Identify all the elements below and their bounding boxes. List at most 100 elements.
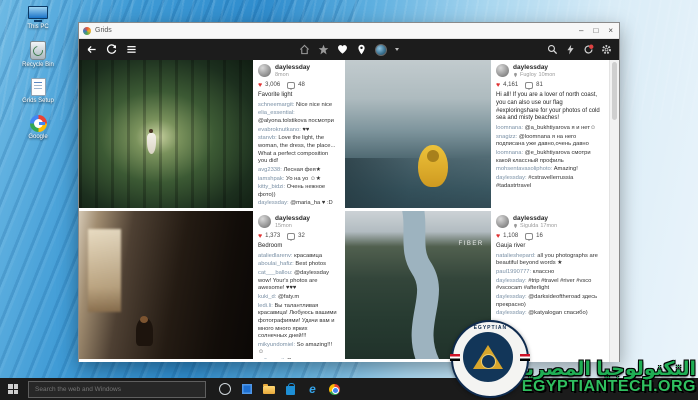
post-time: 17mon [540, 223, 557, 230]
task-view-icon [219, 383, 231, 395]
desktop-icon-column: This PC Recycle Bin Grids Setup Google [14, 6, 62, 140]
watermark-arabic-text: التكنولوجيا المصرية [515, 360, 696, 379]
maximize-button[interactable]: □ [593, 27, 598, 35]
comment: paul1990777: классно [496, 269, 602, 277]
store-icon [286, 386, 295, 395]
likes-heart-icon[interactable]: ♥ [496, 233, 500, 240]
chrome-icon [329, 384, 340, 395]
comment-username[interactable]: kitty_bidzi: [258, 184, 287, 190]
comment-username[interactable]: daylessday: [496, 310, 528, 316]
settings-gear-icon[interactable] [601, 44, 612, 55]
sync-alert-icon[interactable] [583, 44, 594, 55]
comment-username[interactable]: stanvb: [258, 135, 278, 141]
desktop-icon-google[interactable]: Google [14, 115, 62, 141]
comment-username[interactable]: daylessday: [258, 200, 290, 206]
comment-username[interactable]: avg2338: [258, 167, 283, 173]
comment-username[interactable]: elia_essential: [258, 110, 295, 116]
heart-icon[interactable] [337, 44, 348, 55]
post-location[interactable]: Sigulda [520, 223, 538, 230]
post-username[interactable]: daylessday [513, 64, 555, 72]
scrollbar[interactable] [609, 60, 619, 362]
comment: evabroknutkano: ♥♥ [258, 127, 337, 135]
file-explorer-button[interactable] [262, 383, 275, 396]
comment-username[interactable]: kuki_d: [258, 294, 278, 300]
post-username[interactable]: daylessday [275, 64, 310, 72]
post-photo-forest[interactable] [79, 60, 253, 208]
location-pin-icon [513, 223, 518, 229]
comment: daylessday: @maria_ha ♥ :D [258, 200, 337, 208]
comment-username[interactable]: daylessday: [496, 175, 528, 181]
comment-username[interactable]: daylessday: [496, 278, 528, 284]
post-photo-dark-room[interactable] [79, 211, 253, 359]
search-icon[interactable] [547, 44, 558, 55]
likes-heart-icon[interactable]: ♥ [258, 82, 262, 89]
comment: mikyundomiel: So amazing!!!☺ [258, 342, 337, 357]
title-bar[interactable]: Grids – □ × [79, 23, 619, 39]
bolt-icon[interactable] [565, 44, 576, 55]
minimize-button[interactable]: – [579, 27, 583, 35]
comments-count: 81 [536, 82, 543, 88]
this-pc-icon [28, 6, 48, 22]
avatar[interactable] [258, 215, 271, 228]
comment-username[interactable]: paul1990777: [496, 269, 533, 275]
likes-count: 1,108 [503, 233, 518, 239]
comments-bubble-icon [287, 82, 295, 89]
comment-username[interactable]: evabroknutkano: [258, 127, 302, 133]
pyramid-icon [473, 345, 503, 369]
menu-icon[interactable] [126, 44, 137, 55]
desktop-icon-setup-file[interactable]: Grids Setup [14, 78, 62, 105]
photos-app-button[interactable] [240, 383, 253, 396]
comment-username[interactable]: sofiasmail: [258, 358, 287, 359]
search-input[interactable] [33, 385, 201, 394]
post-location[interactable]: Fugloy [520, 72, 537, 79]
comment-username[interactable]: daylessday: [496, 294, 528, 300]
likes-heart-icon[interactable]: ♥ [258, 233, 262, 240]
location-pin-icon[interactable] [356, 44, 367, 55]
chrome-button[interactable] [328, 383, 341, 396]
desktop-icon-this-pc[interactable]: This PC [14, 6, 62, 31]
scrollbar-thumb[interactable] [612, 62, 617, 120]
comment-username[interactable]: loomnana: [496, 125, 525, 131]
taskbar-search[interactable] [28, 381, 206, 398]
post-photo-yellow-raincoat[interactable] [345, 60, 491, 208]
person-in-yellow-raincoat [418, 145, 448, 187]
refresh-icon[interactable] [106, 44, 117, 55]
back-icon[interactable] [86, 44, 97, 55]
star-icon[interactable] [318, 44, 329, 55]
avatar[interactable] [496, 215, 509, 228]
task-view-button[interactable] [218, 383, 231, 396]
comment-username[interactable]: snagizz: [496, 134, 519, 140]
window-title: Grids [95, 27, 579, 34]
comment-username[interactable]: cat___ballou: [258, 270, 294, 276]
edge-button[interactable]: e [306, 383, 319, 396]
close-button[interactable]: × [608, 27, 613, 35]
post-username[interactable]: daylessday [275, 215, 310, 223]
comment-username[interactable]: schneemargit: [258, 102, 296, 108]
comment-username[interactable]: loomnana: [496, 150, 525, 156]
store-button[interactable] [284, 383, 297, 396]
post-username[interactable]: daylessday [513, 215, 557, 223]
desktop-icon-recycle-bin[interactable]: Recycle Bin [14, 41, 62, 69]
comment-username[interactable]: ataliedlarenv: [258, 253, 294, 259]
post-caption: Gauja river [496, 243, 602, 251]
start-button[interactable] [0, 378, 26, 400]
comment-username[interactable]: mikyundomiel: [258, 342, 297, 348]
profile-avatar[interactable] [375, 44, 387, 56]
likes-count: 1,373 [265, 233, 280, 239]
comment: natalieshepard: all you photographs are … [496, 253, 602, 268]
comment-username[interactable]: mohsentavasoliphoto: [496, 166, 554, 172]
home-icon[interactable] [299, 44, 310, 55]
grids-app-window: Grids – □ × [78, 22, 620, 362]
comment-username[interactable]: ledi.li: [258, 303, 274, 309]
chevron-down-icon[interactable] [395, 48, 399, 51]
post-time: 8mon [275, 72, 289, 79]
likes-heart-icon[interactable]: ♥ [496, 82, 500, 89]
comment: daylessday: #trip #travel #river #vsco #… [496, 278, 602, 293]
comment: mohsentavasoliphoto: Amazing! [496, 166, 602, 174]
comment-username[interactable]: iamshpak: [258, 176, 286, 182]
avatar[interactable] [496, 64, 509, 77]
avatar[interactable] [258, 64, 271, 77]
comment-username[interactable]: natalieshepard: [496, 253, 537, 259]
woman-in-white-dress [147, 133, 156, 154]
comment-username[interactable]: aboulai_hafiz: [258, 261, 295, 267]
